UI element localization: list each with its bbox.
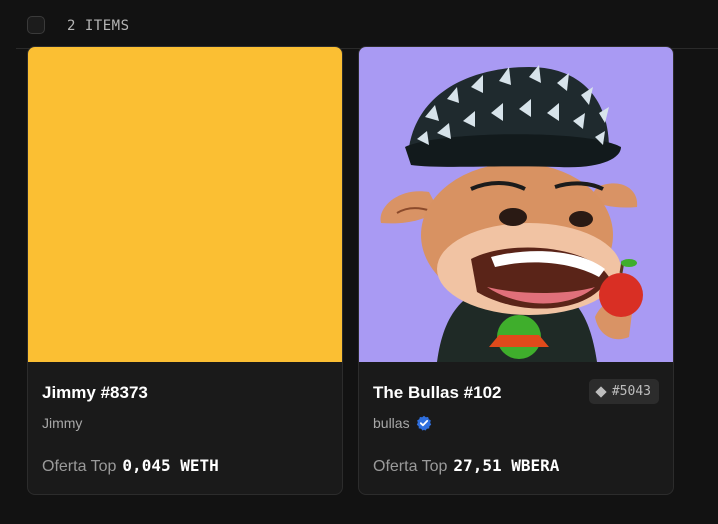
nft-image[interactable] <box>28 47 342 362</box>
collection-name[interactable]: Jimmy <box>42 415 82 431</box>
collection-name[interactable]: bullas <box>373 415 410 431</box>
nft-card-jimmy[interactable]: Jimmy #8373 Jimmy Oferta Top 0,045 WETH <box>27 46 343 495</box>
toolbar: 2 ITEMS <box>16 0 718 49</box>
nft-card-bullas[interactable]: The Bullas #102 #5043 bullas Oferta Top … <box>358 46 674 495</box>
rarity-rank: #5043 <box>611 384 651 399</box>
select-all-checkbox[interactable] <box>27 16 45 34</box>
collection-name-row[interactable]: bullas <box>373 415 432 431</box>
collection-name-row[interactable]: Jimmy <box>42 415 82 431</box>
nft-name[interactable]: Jimmy #8373 <box>42 383 148 403</box>
rarity-rank-badge: #5043 <box>588 379 659 404</box>
nft-name[interactable]: The Bullas #102 <box>373 383 502 403</box>
bull-artwork <box>359 47 673 362</box>
top-offer-label: Oferta Top <box>373 458 448 475</box>
top-offer: Oferta Top 0,045 WETH <box>42 456 219 476</box>
top-offer: Oferta Top 27,51 WBERA <box>373 456 559 476</box>
nft-image-placeholder <box>28 47 342 362</box>
items-count: 2 ITEMS <box>67 18 130 34</box>
top-offer-amount: 27,51 WBERA <box>453 456 560 475</box>
top-offer-amount: 0,045 WETH <box>122 456 219 475</box>
diamond-icon <box>595 385 607 398</box>
top-offer-label: Oferta Top <box>42 458 117 475</box>
verified-badge-icon <box>416 415 431 431</box>
nft-image[interactable] <box>359 47 673 362</box>
